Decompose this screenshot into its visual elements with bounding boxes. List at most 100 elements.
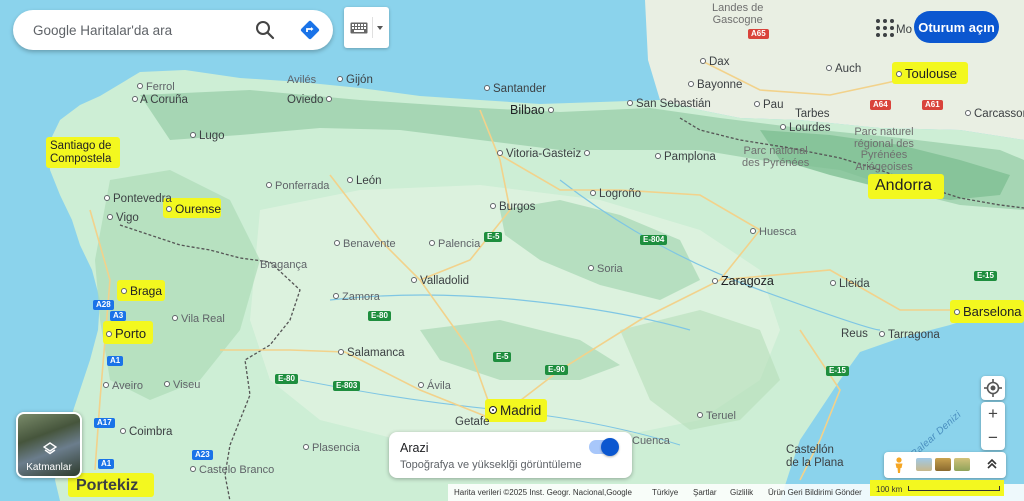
place-barselona[interactable]: Barselona [954,305,1022,318]
place-vila-real[interactable]: Vila Real [172,314,225,325]
zoom-out-button[interactable]: − [981,426,1005,450]
footer-link-terms[interactable]: Şartlar [693,488,717,497]
place-vigo[interactable]: Vigo [107,212,139,225]
my-location-button[interactable] [981,376,1005,400]
place-madrid[interactable]: Madrid [489,404,541,418]
footer-link-feedback[interactable]: Ürün Geri Bildirimi Gönder [768,488,862,497]
region-landes-de-gascogne: Landes de Gascogne [712,2,764,26]
place-leon[interactable]: León [347,175,382,188]
scale-bar[interactable] [908,486,1000,491]
place-tarragona[interactable]: Tarragona [879,329,940,342]
place-vitoria-gasteiz[interactable]: Vitoria-Gasteiz [497,148,593,161]
park-pyrenees-ariegeoises: Parc naturel régional des Pyrénées Ariég… [854,126,914,173]
imagery-thumb-1[interactable] [916,458,932,471]
place-huesca[interactable]: Huesca [750,227,796,238]
place-braganca[interactable]: Bragança [260,260,307,271]
footer-link-turkiye[interactable]: Türkiye [652,488,678,497]
road-shield-e5-b: E-5 [493,352,512,362]
road-shield-e803: E-803 [333,381,361,391]
place-oviedo[interactable]: Oviedo [287,94,335,107]
place-gijon[interactable]: Gijón [337,74,373,87]
place-zamora[interactable]: Zamora [333,292,380,303]
place-logrono[interactable]: Logroño [590,188,641,201]
place-palencia[interactable]: Palencia [429,239,480,250]
input-tools-button[interactable] [344,7,389,48]
imagery-thumb-3[interactable] [954,458,970,471]
place-zaragoza[interactable]: Zaragoza [712,275,774,288]
place-valladolid[interactable]: Valladolid [411,275,469,288]
place-coimbra[interactable]: Coimbra [120,426,172,439]
layers-button[interactable]: Katmanlar [16,412,82,478]
chevron-up-icon[interactable] [986,457,998,471]
road-shield-a61: A61 [922,100,943,110]
map-canvas[interactable]: Toulouse Santiago de Compostela Ourense … [0,0,1024,501]
place-ponferrada[interactable]: Ponferrada [266,181,329,192]
place-aviles[interactable]: Avilés [287,75,316,86]
place-toulouse[interactable]: Toulouse [896,67,957,80]
zoom-out-icon: − [988,428,998,447]
sign-in-button[interactable]: Oturum açın [914,11,999,43]
layers-label: Katmanlar [26,462,72,473]
place-mo[interactable]: Mo [896,24,912,37]
place-tarbes[interactable]: Tarbes [795,108,830,121]
place-cuenca[interactable]: Cuenca [632,436,670,447]
place-pau[interactable]: Pau [754,99,783,112]
map-attribution: Harita verileri ©2025 Inst. Geogr. Nacio… [454,488,632,497]
place-bayonne[interactable]: Bayonne [688,79,742,92]
place-avila[interactable]: Ávila [418,381,451,392]
directions-button[interactable] [298,18,322,42]
imagery-thumb-2[interactable] [935,458,951,471]
place-braga[interactable]: Braga [121,285,162,297]
place-dax[interactable]: Dax [700,56,729,69]
place-soria[interactable]: Soria [588,264,623,275]
place-santander[interactable]: Santander [484,83,546,96]
place-porto[interactable]: Porto [106,327,146,340]
scale-label[interactable]: 100 km [876,485,902,494]
place-benavente[interactable]: Benavente [334,239,396,250]
place-andorra[interactable]: Andorra [875,178,932,194]
place-lourdes[interactable]: Lourdes [780,122,831,135]
place-teruel[interactable]: Teruel [697,411,736,422]
road-shield-a3: A3 [110,311,127,321]
chevron-down-icon[interactable] [377,26,383,30]
place-aveiro[interactable]: Aveiro [103,381,143,392]
terrain-subtitle: Topoğrafya ve yükseklği görüntüleme [400,459,582,471]
search-input[interactable] [33,10,243,50]
pegman-icon[interactable] [894,457,904,473]
place-salamanca[interactable]: Salamanca [338,347,405,360]
place-lleida[interactable]: Lleida [830,278,870,291]
place-auch[interactable]: Auch [826,63,861,76]
place-lugo[interactable]: Lugo [190,130,225,143]
country-label-portekiz: Portekiz [76,477,139,494]
place-viseu[interactable]: Viseu [164,380,200,391]
terrain-toggle[interactable] [589,438,619,456]
place-castellon[interactable]: Castellón de la Plana [786,444,844,469]
zoom-in-button[interactable]: + [981,402,1005,426]
place-a-coruna[interactable]: A Coruña [132,94,188,107]
place-san-sebastian[interactable]: San Sebastián [627,98,711,111]
road-shield-e804: E-804 [640,235,668,245]
directions-icon [300,20,320,40]
place-getafe[interactable]: Getafe [455,416,490,429]
search-button[interactable] [253,18,277,42]
road-shield-e80-b: E-80 [275,374,298,384]
place-ferrol[interactable]: Ferrol [137,82,175,93]
place-plasencia[interactable]: Plasencia [303,443,360,454]
place-castelo-branco[interactable]: Castelo Branco [190,465,274,476]
road-shield-a23: A23 [192,450,213,460]
footer-link-privacy[interactable]: Gizlilik [730,488,753,497]
place-santiago-de-compostela[interactable]: Santiago de Compostela [50,140,111,165]
zoom-in-icon: + [988,404,998,423]
apps-grid-button[interactable] [876,19,894,37]
place-bilbao[interactable]: Bilbao [510,104,557,117]
place-carcassonne[interactable]: Carcassonne [965,108,1024,121]
place-burgos[interactable]: Burgos [490,201,535,214]
zoom-controls: + − [981,402,1005,450]
place-ourense[interactable]: Ourense [166,203,221,215]
place-reus[interactable]: Reus [841,328,868,341]
street-view-bar [884,452,1006,478]
place-pamplona[interactable]: Pamplona [655,151,716,164]
layers-icon [43,442,57,455]
place-pontevedra[interactable]: Pontevedra [104,193,172,206]
road-shield-e80-a: E-80 [368,311,391,321]
